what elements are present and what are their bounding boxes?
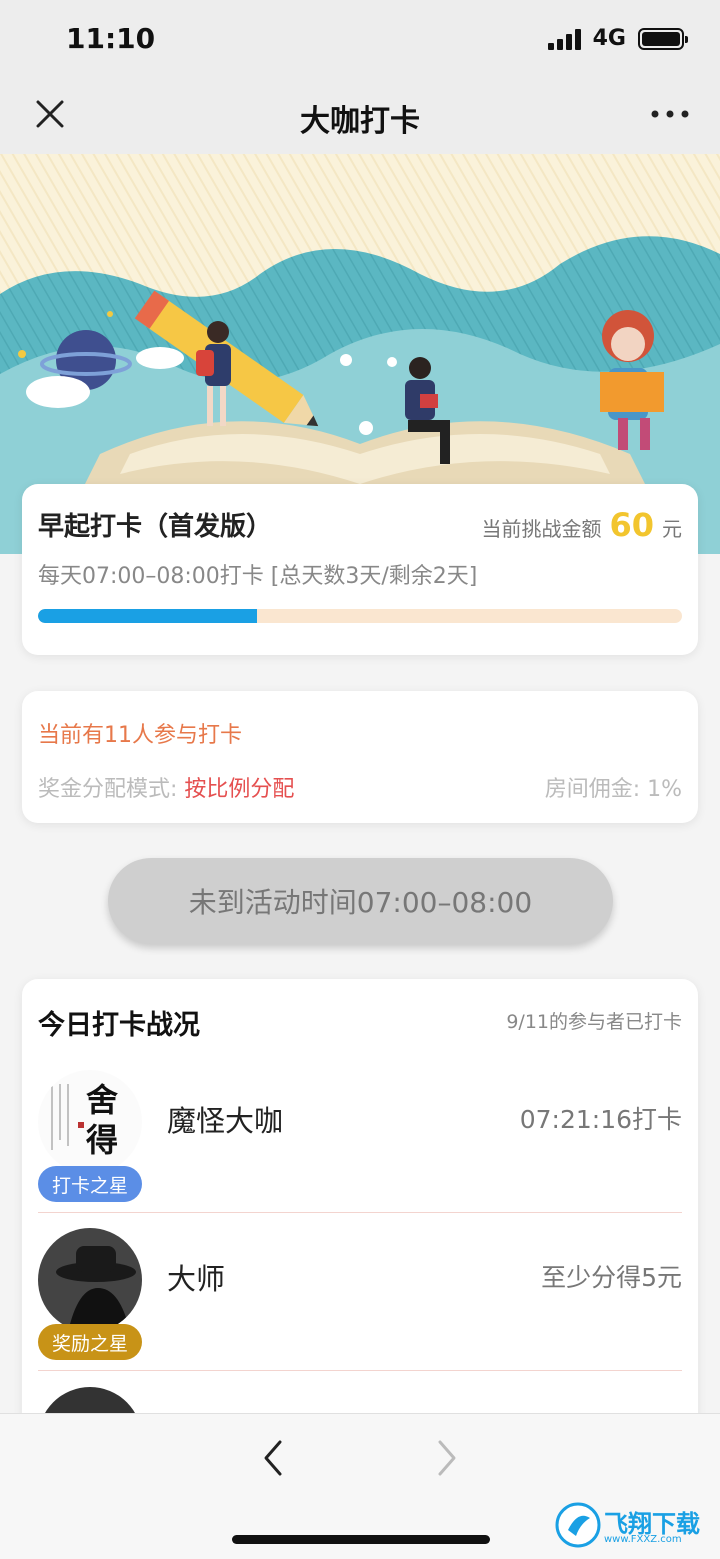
home-indicator <box>232 1535 490 1544</box>
distribution-mode: 奖金分配模式: 按比例分配 <box>38 771 294 803</box>
info-card: 当前有11人参与打卡 奖金分配模式: 按比例分配 房间佣金: 1% <box>22 691 698 823</box>
page-title: 大咖打卡 <box>300 104 420 139</box>
reward-badge: 奖励之星 <box>38 1324 142 1360</box>
progress-fill <box>38 609 257 623</box>
participant-name: 大师 <box>167 1262 226 1296</box>
nav-bar: 大咖打卡 <box>0 78 720 154</box>
star-badge: 打卡之星 <box>38 1166 142 1202</box>
battery-icon <box>638 27 688 50</box>
row-divider <box>38 1370 682 1371</box>
hat-man-avatar <box>38 1228 142 1332</box>
avatar-text: 舍得 <box>86 1081 119 1159</box>
participant-name: 魔怪大咖 <box>167 1104 284 1138</box>
checkin-summary: 9/11的参与者已打卡 <box>506 1011 682 1033</box>
participants-count: 当前有11人参与打卡 <box>38 723 242 748</box>
status-bar: 11:10 4G <box>0 0 720 78</box>
mode-value: 按比例分配 <box>184 777 295 802</box>
back-arrow-icon[interactable] <box>256 1436 290 1480</box>
mode-label: 奖金分配模式: <box>38 777 185 802</box>
more-icon[interactable] <box>650 106 690 122</box>
watermark-url: www.FXXZ.com <box>604 1534 682 1545</box>
status-indicators: 4G <box>547 26 688 51</box>
challenge-card: 早起打卡（首发版） 当前挑战金额 60 元 每天07:00–08:00打卡 [总… <box>22 484 698 655</box>
today-card: 今日打卡战况 9/11的参与者已打卡 舍得 打卡之星 魔怪大咖 07:21:16… <box>22 979 698 1491</box>
row-divider <box>38 1212 682 1213</box>
list-item[interactable]: 舍得 打卡之星 魔怪大咖 07:21:16打卡 <box>22 1070 698 1228</box>
challenge-schedule: 每天07:00–08:00打卡 [总天数3天/剩余2天] <box>38 564 478 589</box>
checkin-time: 07:21:16打卡 <box>519 1105 682 1134</box>
checkin-button[interactable]: 未到活动时间07:00–08:00 <box>108 858 613 944</box>
section-title: 今日打卡战况 <box>38 1010 200 1041</box>
avatar: 舍得 <box>38 1070 142 1174</box>
forward-arrow-icon[interactable] <box>430 1436 464 1480</box>
watermark-logo: 飞翔下载 www.FXXZ.com <box>554 1500 714 1550</box>
amount-unit: 元 <box>662 517 682 541</box>
progress-bar <box>38 609 682 623</box>
challenge-amount: 当前挑战金额 60 元 <box>481 506 682 544</box>
room-commission: 房间佣金: 1% <box>544 777 682 802</box>
amount-value: 60 <box>609 506 654 544</box>
list-item[interactable]: 奖励之星 大师 至少分得5元 <box>22 1228 698 1386</box>
status-time: 11:10 <box>66 22 156 55</box>
amount-label: 当前挑战金额 <box>481 517 602 541</box>
network-type: 4G <box>592 26 626 51</box>
avatar <box>38 1228 142 1332</box>
challenge-title: 早起打卡（首发版） <box>38 512 273 542</box>
reward-amount: 至少分得5元 <box>541 1263 682 1292</box>
signal-icon <box>547 28 581 50</box>
